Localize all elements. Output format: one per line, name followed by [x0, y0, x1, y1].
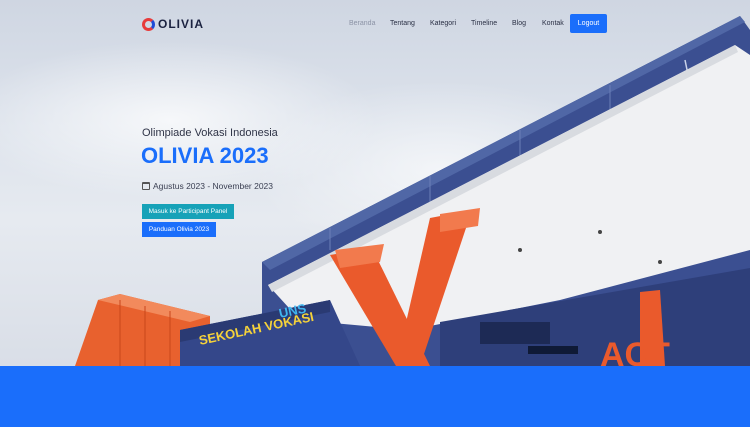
nav-item-tentang[interactable]: Tentang: [390, 20, 430, 27]
event-date: Agustus 2023 - November 2023: [142, 181, 273, 191]
logo-icon: [142, 17, 155, 31]
hero-title: OLIVIA 2023: [141, 143, 269, 168]
brand-name: OLIVIA: [158, 17, 205, 31]
hero-section: SEKOLAH VOKASI UNS ACT OLIVIA Beranda Te…: [0, 0, 750, 366]
hero-building-image: SEKOLAH VOKASI UNS ACT: [75, 16, 750, 366]
hero-subtitle: Olimpiade Vokasi Indonesia: [142, 127, 278, 139]
brand-logo[interactable]: OLIVIA: [142, 17, 204, 31]
calendar-icon: [142, 182, 150, 190]
nav-item-beranda[interactable]: Beranda: [349, 20, 390, 27]
nav-links: Beranda Tentang Kategori Timeline Blog K…: [349, 20, 570, 27]
nav-item-kategori[interactable]: Kategori: [430, 20, 471, 27]
svg-text:ACT: ACT: [600, 336, 670, 366]
event-date-text: Agustus 2023 - November 2023: [153, 181, 274, 191]
page-frame: SEKOLAH VOKASI UNS ACT OLIVIA Beranda Te…: [0, 0, 750, 427]
participant-panel-button[interactable]: Masuk ke Participant Panel: [142, 204, 234, 219]
guide-button[interactable]: Panduan Olivia 2023: [142, 222, 216, 237]
blue-section-band: [0, 366, 750, 427]
logout-button[interactable]: Logout: [570, 14, 607, 33]
top-navbar: OLIVIA Beranda Tentang Kategori Timeline…: [0, 0, 750, 48]
nav-item-blog[interactable]: Blog: [512, 20, 542, 27]
nav-item-kontak[interactable]: Kontak: [542, 20, 570, 27]
nav-item-timeline[interactable]: Timeline: [471, 20, 512, 27]
